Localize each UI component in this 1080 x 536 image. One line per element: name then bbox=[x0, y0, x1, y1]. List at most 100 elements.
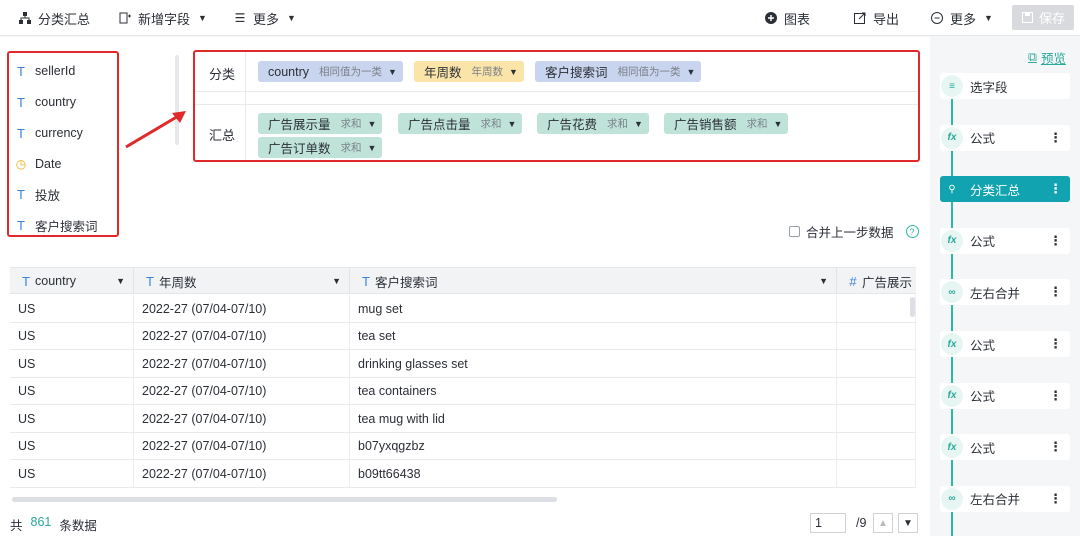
page-input[interactable]: 1 bbox=[810, 513, 846, 533]
step-label: 左右合并 bbox=[970, 493, 1021, 508]
column-header-year-week[interactable]: T 年周数 ▼ bbox=[134, 268, 350, 294]
table-row[interactable]: US 2022-27 (07/04-07/10) b07yxqgzbz bbox=[10, 432, 916, 460]
caret-down-icon[interactable]: ▼ bbox=[819, 276, 828, 286]
field-item-toufang[interactable]: T 投放 bbox=[15, 184, 60, 204]
group-chip-year-week[interactable]: 年周数 年周数 ▼ bbox=[414, 61, 524, 82]
table-cell[interactable]: 2022-27 (07/04-07/10) bbox=[134, 460, 350, 487]
column-header-search-term[interactable]: T 客户搜索词 ▼ bbox=[350, 268, 837, 294]
more-right-button[interactable]: 更多 ▼ bbox=[930, 0, 993, 36]
step-item[interactable]: ≡ 选字段 bbox=[940, 73, 1070, 99]
table-cell[interactable]: US bbox=[10, 460, 134, 487]
step-item[interactable]: fx 公式 ⋮ bbox=[940, 124, 1070, 151]
table-cell[interactable]: tea set bbox=[350, 322, 837, 350]
table-row[interactable]: US 2022-27 (07/04-07/10) tea mug with lid bbox=[10, 405, 916, 433]
table-cell[interactable] bbox=[837, 432, 916, 460]
merge-previous-checkbox[interactable]: 合并上一步数据 ? bbox=[789, 222, 919, 241]
summary-chip-impressions[interactable]: 广告展示量 求和 ▼ bbox=[258, 113, 383, 134]
column-header-country[interactable]: T country ▼ bbox=[10, 268, 134, 294]
fx-icon-glyph: fx bbox=[941, 436, 963, 459]
table-cell[interactable]: drinking glasses set bbox=[350, 350, 837, 377]
step-item[interactable]: ∞ 左右合并 ⋮ bbox=[940, 485, 1070, 512]
page-up-button[interactable]: ▲ bbox=[873, 513, 893, 533]
field-item-currency[interactable]: T currency bbox=[15, 123, 83, 143]
table-cell[interactable] bbox=[837, 350, 916, 377]
group-summary-config: 分类 汇总 country 相同值为一类 ▼ 年周数 年周数 ▼ 客户搜索词 相… bbox=[193, 50, 920, 162]
fx-icon-glyph: fx bbox=[941, 229, 963, 252]
table-cell[interactable]: 2022-27 (07/04-07/10) bbox=[134, 350, 350, 377]
more-vertical-icon[interactable]: ⋮ bbox=[1049, 284, 1062, 300]
table-cell[interactable]: 2022-27 (07/04-07/10) bbox=[134, 405, 350, 432]
summary-chip-sales[interactable]: 广告销售额 求和 ▼ bbox=[664, 113, 789, 134]
column-header-impressions[interactable]: # 广告展示 bbox=[837, 268, 916, 294]
save-icon bbox=[1021, 12, 1035, 23]
fx-icon: fx bbox=[940, 331, 964, 357]
table-cell[interactable]: 2022-27 (07/04-07/10) bbox=[134, 322, 350, 350]
table-cell[interactable]: b07yxqgzbz bbox=[350, 432, 837, 460]
table-cell[interactable]: US bbox=[10, 405, 134, 432]
table-cell[interactable]: mug set bbox=[350, 295, 837, 322]
step-label: 公式 bbox=[970, 441, 996, 456]
checkbox[interactable] bbox=[789, 226, 800, 237]
field-item-country[interactable]: T country bbox=[15, 92, 76, 112]
chart-button[interactable]: 图表 bbox=[764, 0, 810, 36]
step-item[interactable]: ⚲ 分类汇总 ⋮ bbox=[940, 176, 1070, 203]
page-down-button[interactable]: ▼ bbox=[898, 513, 918, 533]
table-cell[interactable] bbox=[837, 295, 916, 322]
table-row[interactable]: US 2022-27 (07/04-07/10) drinking glasses … bbox=[10, 350, 916, 378]
step-item[interactable]: fx 公式 ⋮ bbox=[940, 382, 1070, 409]
more-vertical-icon[interactable]: ⋮ bbox=[1049, 336, 1062, 352]
table-row[interactable]: US 2022-27 (07/04-07/10) tea containers bbox=[10, 377, 916, 405]
table-row[interactable]: US 2022-27 (07/04-07/10) mug set bbox=[10, 295, 916, 323]
preview-icon: ⧉ bbox=[1028, 50, 1037, 64]
more-vertical-icon[interactable]: ⋮ bbox=[1049, 491, 1062, 507]
add-field-button[interactable]: 新增字段 ▼ bbox=[118, 0, 207, 36]
horizontal-scrollbar[interactable] bbox=[12, 497, 557, 502]
step-item[interactable]: fx 公式 ⋮ bbox=[940, 434, 1070, 461]
vertical-scrollbar[interactable] bbox=[910, 297, 915, 317]
fx-icon-glyph: fx bbox=[941, 126, 963, 149]
table-cell[interactable]: US bbox=[10, 322, 134, 350]
summary-chip-clicks[interactable]: 广告点击量 求和 ▼ bbox=[398, 113, 523, 134]
step-item[interactable]: fx 公式 ⋮ bbox=[940, 227, 1070, 254]
more-vertical-icon[interactable]: ⋮ bbox=[1049, 439, 1062, 455]
more-vertical-icon[interactable]: ⋮ bbox=[1049, 181, 1062, 197]
table-cell[interactable]: 2022-27 (07/04-07/10) bbox=[134, 377, 350, 405]
more-vertical-icon[interactable]: ⋮ bbox=[1049, 233, 1062, 249]
table-cell[interactable] bbox=[837, 377, 916, 405]
step-item[interactable]: fx 公式 ⋮ bbox=[940, 331, 1070, 357]
table-cell[interactable]: 2022-27 (07/04-07/10) bbox=[134, 295, 350, 322]
fx-icon: fx bbox=[940, 228, 964, 254]
group-chip-country[interactable]: country 相同值为一类 ▼ bbox=[258, 61, 403, 82]
table-cell[interactable]: US bbox=[10, 295, 134, 322]
table-cell[interactable] bbox=[837, 460, 916, 487]
help-icon[interactable]: ? bbox=[905, 225, 919, 238]
more-left-button[interactable]: ☰ 更多 ▼ bbox=[233, 0, 296, 36]
preview-link[interactable]: ⧉ 预览 bbox=[1028, 48, 1066, 67]
save-button[interactable]: 保存 bbox=[1012, 5, 1074, 30]
field-item-date[interactable]: ◷ Date bbox=[15, 154, 62, 174]
caret-down-icon[interactable]: ▼ bbox=[116, 276, 125, 286]
more-vertical-icon[interactable]: ⋮ bbox=[1049, 130, 1062, 146]
table-row[interactable]: US 2022-27 (07/04-07/10) b09tt66438 bbox=[10, 460, 916, 488]
select-fields-icon: ≡ bbox=[940, 73, 964, 99]
table-cell[interactable]: US bbox=[10, 350, 134, 377]
caret-down-icon: ▼ bbox=[367, 142, 377, 153]
table-cell[interactable] bbox=[837, 405, 916, 432]
field-item-search-term[interactable]: T 客户搜索词 bbox=[15, 215, 98, 235]
summary-chip-orders[interactable]: 广告订单数 求和 ▼ bbox=[258, 137, 383, 158]
table-cell[interactable] bbox=[837, 322, 916, 350]
field-item-sellerid[interactable]: T sellerId bbox=[15, 61, 75, 81]
table-cell[interactable]: US bbox=[10, 432, 134, 460]
table-cell[interactable]: tea containers bbox=[350, 377, 837, 405]
step-item[interactable]: ∞ 左右合并 ⋮ bbox=[940, 279, 1070, 306]
export-button[interactable]: 导出 bbox=[853, 0, 899, 36]
table-cell[interactable]: 2022-27 (07/04-07/10) bbox=[134, 432, 350, 460]
table-row[interactable]: US 2022-27 (07/04-07/10) tea set bbox=[10, 322, 916, 350]
table-cell[interactable]: b09tt66438 bbox=[350, 460, 837, 487]
summary-chip-spend[interactable]: 广告花费 求和 ▼ bbox=[537, 113, 649, 134]
table-cell[interactable]: tea mug with lid bbox=[350, 405, 837, 432]
group-chip-search-term[interactable]: 客户搜索词 相同值为一类 ▼ bbox=[535, 61, 702, 82]
caret-down-icon[interactable]: ▼ bbox=[332, 276, 341, 286]
table-cell[interactable]: US bbox=[10, 377, 134, 405]
more-vertical-icon[interactable]: ⋮ bbox=[1049, 388, 1062, 404]
